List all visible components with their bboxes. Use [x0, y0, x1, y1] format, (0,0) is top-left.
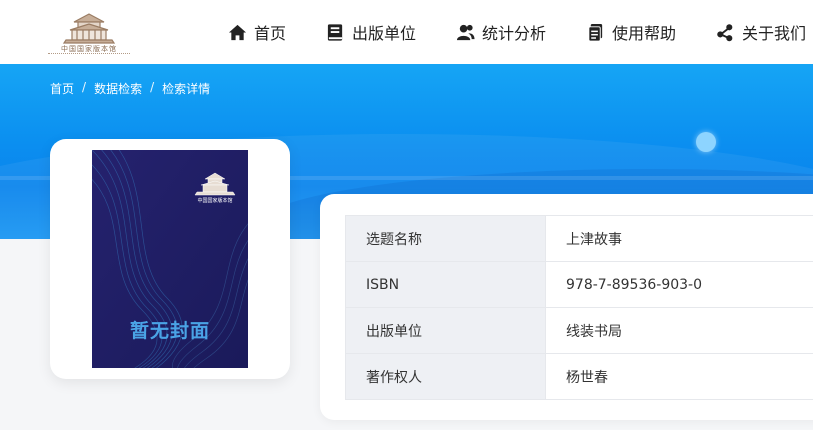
no-cover-text: 暂无封面 — [129, 320, 210, 342]
table-row: 选题名称 上津故事 — [345, 215, 813, 262]
field-value: 线装书局 — [545, 307, 813, 354]
cover-museum-logo-icon: 中国国家版本馆 — [194, 172, 236, 204]
users-icon — [456, 24, 475, 40]
nav-about[interactable]: 关于我们 — [716, 0, 806, 64]
field-label: 出版单位 — [345, 307, 546, 354]
detail-card: 选题名称 上津故事 ISBN 978-7-89536-903-0 出版单位 线装… — [320, 194, 813, 420]
nav-help-label: 使用帮助 — [612, 24, 677, 43]
field-value: 上津故事 — [545, 215, 813, 262]
field-label: 著作权人 — [345, 353, 546, 400]
breadcrumb-separator: / — [82, 80, 87, 94]
nav-help[interactable]: 使用帮助 — [586, 0, 676, 64]
nav-home-label: 首页 — [254, 24, 287, 43]
nav-statistics[interactable]: 统计分析 — [456, 0, 546, 64]
cover-card: 中国国家版本馆 暂无封面 — [50, 139, 290, 379]
table-row: ISBN 978-7-89536-903-0 — [345, 261, 813, 308]
book-icon — [327, 23, 343, 41]
book-cover-placeholder: 中国国家版本馆 暂无封面 — [92, 150, 248, 368]
table-row: 著作权人 杨世春 — [345, 353, 813, 400]
field-label: 选题名称 — [345, 215, 546, 262]
field-value: 杨世春 — [545, 353, 813, 400]
document-icon — [588, 23, 603, 42]
field-label: ISBN — [345, 261, 546, 308]
breadcrumb-current: 检索详情 — [162, 82, 211, 96]
table-row: 出版单位 线装书局 — [345, 307, 813, 354]
cover-logo-text: 中国国家版本馆 — [197, 197, 232, 204]
glow-dot — [696, 132, 716, 152]
nav-statistics-label: 统计分析 — [482, 24, 547, 43]
top-header: 中国国家版本馆 首页 出版单位 统计分析 使用帮助 关于我们 — [0, 0, 813, 64]
home-icon — [228, 24, 247, 40]
field-value: 978-7-89536-903-0 — [545, 261, 813, 308]
nav-home[interactable]: 首页 — [228, 0, 286, 64]
breadcrumb-search[interactable]: 数据检索 — [94, 80, 142, 97]
nav-publishers[interactable]: 出版单位 — [326, 0, 416, 64]
breadcrumb: 首页 / 数据检索 / 检索详情 — [50, 80, 210, 97]
breadcrumb-home[interactable]: 首页 — [50, 80, 74, 97]
breadcrumb-separator: / — [150, 80, 155, 94]
nav-publishers-label: 出版单位 — [352, 24, 417, 43]
share-nodes-icon — [717, 23, 733, 41]
logo-subline — [48, 53, 130, 55]
nav-about-label: 关于我们 — [742, 24, 807, 43]
detail-table: 选题名称 上津故事 ISBN 978-7-89536-903-0 出版单位 线装… — [345, 215, 813, 400]
